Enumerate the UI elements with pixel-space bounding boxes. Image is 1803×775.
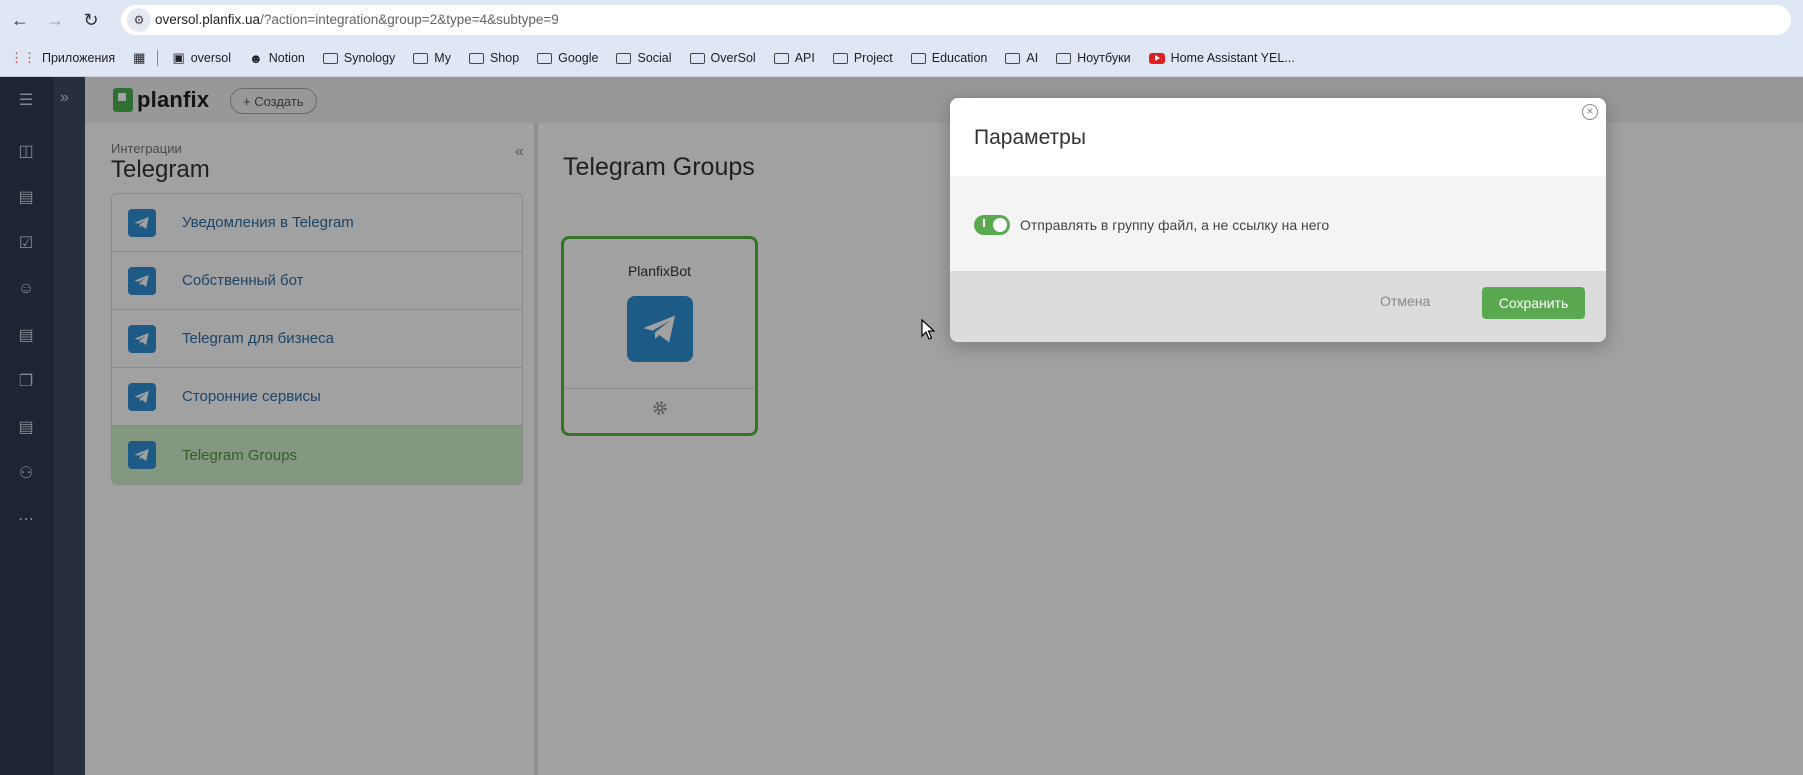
folder-icon (616, 52, 632, 64)
bookmark-apps[interactable]: ⋮⋮ Приложения (10, 50, 115, 66)
forward-arrow-icon[interactable]: → (43, 8, 67, 32)
folder-icon (468, 52, 484, 64)
bookmark-folder-my[interactable]: My (413, 51, 451, 65)
folder-icon (910, 52, 926, 64)
bookmark-label: Education (931, 51, 988, 65)
bookmark-notion[interactable]: ☻ Notion (249, 51, 305, 66)
folder-icon (322, 52, 338, 64)
site-settings-icon[interactable]: ⚙ (127, 8, 151, 32)
address-bar[interactable]: ⚙ oversol.planfix.ua/?action=integration… (121, 5, 1791, 35)
toggle-knob (993, 218, 1007, 232)
bookmark-folder-oversol[interactable]: OverSol (689, 51, 756, 65)
bookmark-folder-google[interactable]: Google (537, 51, 598, 65)
bookmark-label: oversol (190, 51, 232, 65)
back-arrow-icon[interactable]: ← (8, 8, 32, 32)
bookmark-oversol[interactable]: ▣ oversol (172, 50, 231, 66)
toggle-on-mark (983, 219, 985, 227)
bookmark-label: Ноутбуки (1077, 51, 1131, 65)
folder-icon (1056, 52, 1072, 64)
grid-icon: ▦ (133, 50, 146, 65)
dialog-title: Параметры (974, 126, 1086, 149)
send-file-toggle[interactable] (974, 215, 1010, 235)
reload-icon[interactable]: ↻ (79, 8, 103, 32)
bookmark-folder-shop[interactable]: Shop (468, 51, 520, 65)
dialog-body: Отправлять в группу файл, а не ссылку на… (950, 176, 1606, 271)
bookmark-folder-notebooks[interactable]: Ноутбуки (1056, 51, 1131, 65)
youtube-icon (1148, 52, 1165, 64)
url-text[interactable]: oversol.planfix.ua/?action=integration&g… (155, 12, 559, 27)
url-host: oversol.planfix.ua (155, 12, 261, 27)
bookmark-folder-social[interactable]: Social (616, 51, 672, 65)
folder-icon (773, 52, 789, 64)
bookmark-grid[interactable]: ▦ (133, 50, 151, 66)
save-button[interactable]: Сохранить (1482, 287, 1585, 319)
bookmark-label: My (434, 51, 451, 65)
settings-dialog: Параметры × Отправлять в группу файл, а … (950, 98, 1606, 342)
bookmarks-separator (157, 50, 159, 66)
folder-icon (1005, 52, 1021, 64)
mouse-cursor-icon (921, 319, 935, 340)
folder-icon (413, 52, 429, 64)
apps-grid-icon: ⋮⋮ (10, 50, 36, 65)
bookmark-label: AI (1026, 51, 1039, 65)
dialog-header: Параметры × (950, 98, 1606, 176)
bookmark-folder-education[interactable]: Education (910, 51, 988, 65)
url-path: /?action=integration&group=2&type=4&subt… (260, 12, 559, 27)
bookmark-folder-api[interactable]: API (773, 51, 815, 65)
bookmark-label: Notion (268, 51, 305, 65)
bookmark-label: Google (558, 51, 599, 65)
bookmark-label: Social (637, 51, 672, 65)
toggle-label[interactable]: Отправлять в группу файл, а не ссылку на… (1020, 217, 1329, 233)
folder-icon (832, 52, 848, 64)
bookmark-label: Home Assistant YEL... (1170, 51, 1295, 65)
cancel-button[interactable]: Отмена (1380, 293, 1430, 309)
planfix-icon: ▣ (172, 50, 185, 65)
bookmark-label: Project (853, 51, 893, 65)
dialog-footer: Отмена Сохранить (950, 271, 1606, 342)
bookmarks-bar: ⋮⋮ Приложения ▦ ▣ oversol ☻ Notion Synol… (0, 40, 1803, 77)
bookmark-home-assistant[interactable]: Home Assistant YEL... (1148, 51, 1295, 65)
browser-toolbar: ← → ↻ ⚙ oversol.planfix.ua/?action=integ… (0, 0, 1803, 40)
bookmark-label: API (794, 51, 815, 65)
bookmark-label: Приложения (42, 51, 116, 65)
avatar-icon: ☻ (249, 50, 263, 66)
bookmark-label: Synology (343, 51, 396, 65)
bookmark-label: Shop (489, 51, 520, 65)
bookmark-folder-project[interactable]: Project (832, 51, 893, 65)
bookmark-label: OverSol (710, 51, 756, 65)
bookmark-folder-synology[interactable]: Synology (322, 51, 396, 65)
bookmark-folder-ai[interactable]: AI (1005, 51, 1038, 65)
folder-icon (689, 52, 705, 64)
close-icon[interactable]: × (1582, 104, 1598, 120)
folder-icon (537, 52, 553, 64)
